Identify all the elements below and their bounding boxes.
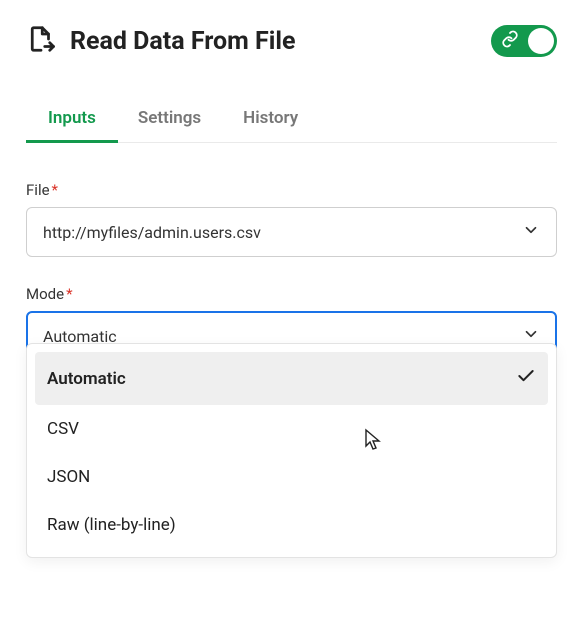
- option-label: JSON: [47, 467, 90, 487]
- panel-header: Read Data From File: [26, 24, 557, 58]
- mode-option-raw[interactable]: Raw (line-by-line): [35, 501, 548, 549]
- mode-label-text: Mode: [26, 285, 64, 303]
- link-toggle[interactable]: [491, 25, 557, 57]
- tab-inputs[interactable]: Inputs: [48, 100, 96, 142]
- file-select[interactable]: http://myfiles/admin.users.csv: [26, 207, 557, 257]
- option-label: Automatic: [47, 369, 126, 389]
- required-marker: *: [66, 285, 72, 303]
- file-field-group: File* http://myfiles/admin.users.csv: [26, 181, 557, 257]
- toggle-knob: [528, 28, 554, 54]
- file-export-icon: [26, 24, 56, 58]
- file-label: File*: [26, 181, 557, 199]
- link-icon: [501, 30, 519, 52]
- form: File* http://myfiles/admin.users.csv Mod…: [26, 181, 557, 361]
- check-icon: [516, 366, 536, 391]
- chevron-down-icon: [522, 221, 540, 243]
- option-label: CSV: [47, 419, 79, 439]
- mode-dropdown: Automatic CSV JSON Raw (line-by-line): [26, 343, 557, 558]
- tab-history[interactable]: History: [243, 100, 298, 142]
- file-value: http://myfiles/admin.users.csv: [43, 223, 261, 242]
- option-label: Raw (line-by-line): [47, 515, 176, 535]
- panel-title: Read Data From File: [70, 27, 477, 56]
- mode-field-group: Mode* Automatic Automatic CSV JSON Raw (: [26, 285, 557, 361]
- mode-option-automatic[interactable]: Automatic: [35, 352, 548, 405]
- mode-option-json[interactable]: JSON: [35, 453, 548, 501]
- mode-label: Mode*: [26, 285, 557, 303]
- tab-bar: Inputs Settings History: [26, 100, 557, 143]
- tab-settings[interactable]: Settings: [138, 100, 201, 142]
- required-marker: *: [52, 181, 58, 199]
- file-label-text: File: [26, 181, 50, 199]
- mode-option-csv[interactable]: CSV: [35, 405, 548, 453]
